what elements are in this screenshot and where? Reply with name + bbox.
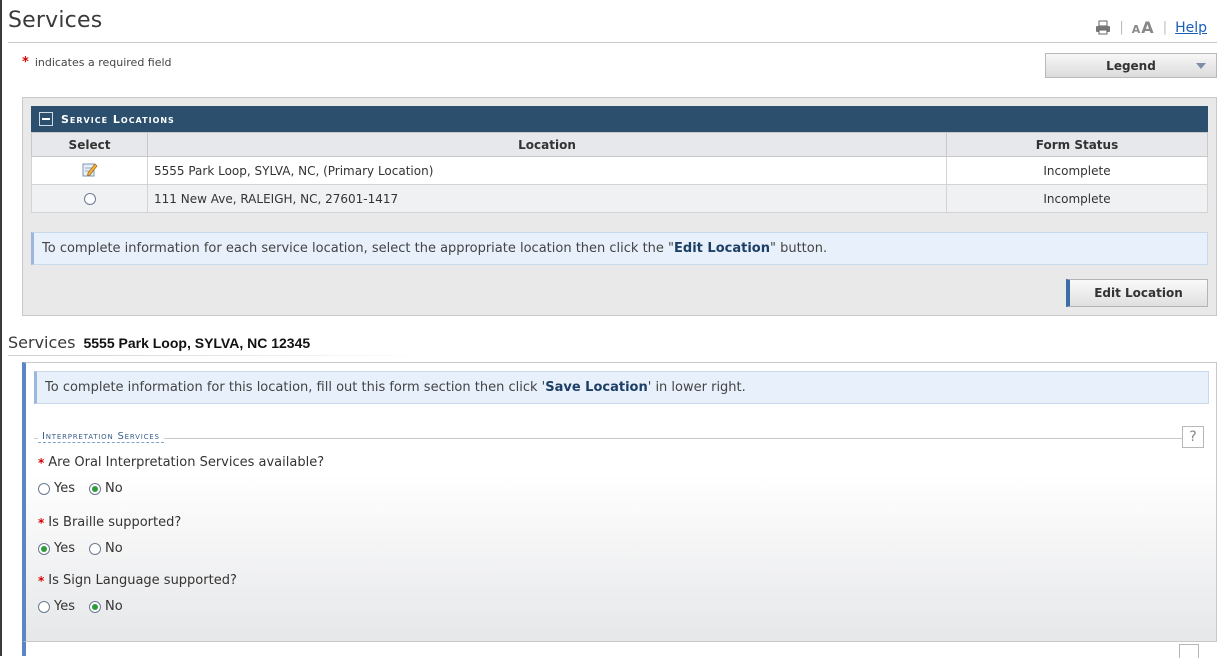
required-star-icon: * <box>38 573 45 588</box>
required-star-icon: * <box>22 55 29 70</box>
required-field-note: * indicates a required field <box>22 55 172 70</box>
form-status-cell: Incomplete <box>946 156 1208 185</box>
services-heading: Services 5555 Park Loop, SYLVA, NC 12345 <box>8 333 310 352</box>
services-form-panel: To complete information for this locatio… <box>22 362 1217 642</box>
collapse-icon[interactable] <box>39 112 53 126</box>
required-note-text: indicates a required field <box>34 56 172 69</box>
services-address: 5555 Park Loop, SYLVA, NC 12345 <box>83 335 311 351</box>
required-star-icon: * <box>38 455 45 470</box>
select-cell <box>31 156 148 185</box>
required-star-icon: * <box>38 515 45 530</box>
sign-language-no[interactable]: No <box>89 599 123 614</box>
separator: | <box>1162 20 1168 35</box>
oral-interpretation-options: Yes No <box>38 481 123 496</box>
font-size-icon[interactable]: AA <box>1132 18 1155 37</box>
oral-interpretation-yes[interactable]: Yes <box>38 481 75 496</box>
radio-button[interactable] <box>38 600 50 613</box>
form-status-cell: Incomplete <box>946 184 1208 213</box>
sign-language-yes[interactable]: Yes <box>38 599 75 614</box>
services-label: Services <box>8 333 76 352</box>
column-header-location: Location <box>147 132 947 157</box>
services-divider <box>8 355 428 356</box>
braille-no[interactable]: No <box>89 541 123 556</box>
table-row: 111 New Ave, RALEIGH, NC, 27601-1417 Inc… <box>31 184 1208 213</box>
services-info-message: To complete information for this locatio… <box>34 371 1209 404</box>
service-locations-header: Service Locations <box>31 106 1208 132</box>
column-header-form-status: Form Status <box>946 132 1208 157</box>
service-locations-table: Select Location Form Status 5555 Park Lo… <box>31 132 1208 213</box>
table-row: 5555 Park Loop, SYLVA, NC, (Primary Loca… <box>31 156 1208 185</box>
service-locations-panel: Service Locations Select Location Form S… <box>22 97 1217 316</box>
braille-options: Yes No <box>38 541 123 556</box>
radio-button[interactable] <box>89 542 101 555</box>
radio-button[interactable] <box>89 600 101 613</box>
braille-yes[interactable]: Yes <box>38 541 75 556</box>
title-divider <box>8 42 1217 43</box>
fieldset-border <box>34 438 1182 439</box>
question-text: Is Braille supported? <box>48 515 182 530</box>
interpretation-services-title: Interpretation Services <box>38 431 164 443</box>
question-oral-interpretation: * Are Oral Interpretation Services avail… <box>38 455 324 470</box>
sign-language-options: Yes No <box>38 599 123 614</box>
question-text: Are Oral Interpretation Services availab… <box>48 455 325 470</box>
question-braille: * Is Braille supported? <box>38 515 181 530</box>
separator: | <box>1119 20 1124 35</box>
page-title: Services <box>8 8 103 33</box>
locations-info-message: To complete information for each service… <box>31 232 1208 265</box>
edit-location-button[interactable]: Edit Location <box>1066 279 1208 307</box>
radio-button[interactable] <box>38 482 50 495</box>
edit-pencil-icon[interactable] <box>82 161 98 180</box>
question-sign-language: * Is Sign Language supported? <box>38 573 237 588</box>
legend-dropdown[interactable]: Legend <box>1045 53 1217 78</box>
services-panel-bottom <box>22 642 1217 658</box>
radio-button[interactable] <box>38 542 50 555</box>
top-tools: | AA | Help <box>1095 18 1207 37</box>
column-header-select: Select <box>31 132 148 157</box>
printer-icon[interactable] <box>1095 20 1111 35</box>
location-cell: 111 New Ave, RALEIGH, NC, 27601-1417 <box>147 184 947 213</box>
help-link[interactable]: Help <box>1175 20 1207 36</box>
legend-label: Legend <box>1106 58 1156 73</box>
location-select-radio[interactable] <box>83 193 96 205</box>
service-locations-title: Service Locations <box>61 112 175 126</box>
location-cell: 5555 Park Loop, SYLVA, NC, (Primary Loca… <box>147 156 947 185</box>
chevron-down-icon <box>1196 63 1206 69</box>
help-question-icon[interactable]: ? <box>1182 426 1204 448</box>
select-cell <box>31 184 148 213</box>
radio-button[interactable] <box>89 482 101 495</box>
window-left-border <box>0 0 2 656</box>
question-text: Is Sign Language supported? <box>48 573 237 588</box>
oral-interpretation-no[interactable]: No <box>89 481 123 496</box>
